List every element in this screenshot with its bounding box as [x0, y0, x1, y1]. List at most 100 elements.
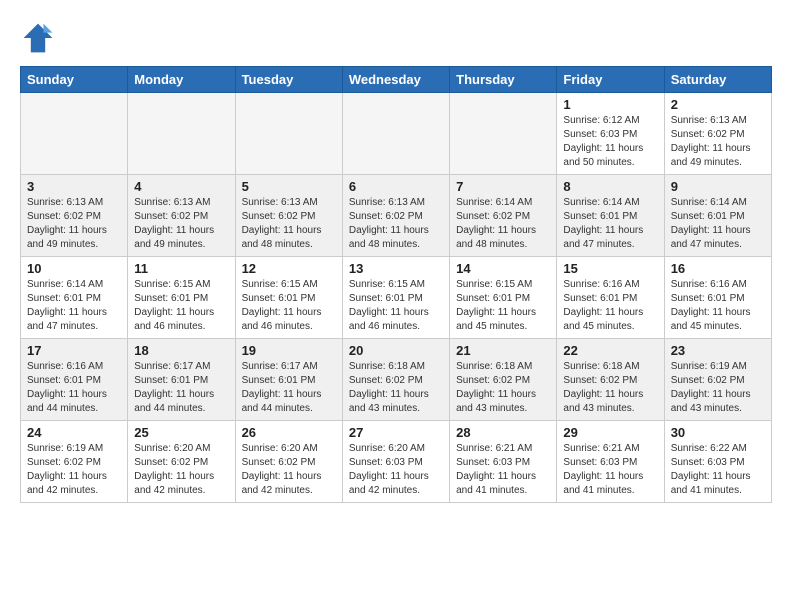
calendar-cell: 7 Sunrise: 6:14 AM Sunset: 6:02 PM Daylig… — [450, 175, 557, 257]
weekday-header-wednesday: Wednesday — [342, 67, 449, 93]
day-number: 6 — [349, 179, 443, 194]
calendar-cell: 11 Sunrise: 6:15 AM Sunset: 6:01 PM Dayli… — [128, 257, 235, 339]
calendar-cell: 21Sunrise: 6:18 AM Sunset: 6:02 PM Dayli… — [450, 339, 557, 421]
day-info: Sunrise: 6:15 AM Sunset: 6:01 PM Dayligh… — [456, 278, 550, 334]
calendar-cell: 12Sunrise: 6:15 AM Sunset: 6:01 PM Dayli… — [235, 257, 342, 339]
day-info: Sunrise: 6:14 AM Sunset: 6:01 PM Dayligh… — [27, 278, 121, 334]
week-row-2: 3 Sunrise: 6:13 AM Sunset: 6:02 PM Daylig… — [21, 175, 772, 257]
weekday-header-monday: Monday — [128, 67, 235, 93]
week-row-1: 1 Sunrise: 6:12 AM Sunset: 6:03 PM Daylig… — [21, 93, 772, 175]
day-info: Sunrise: 6:19 AM Sunset: 6:02 PM Dayligh… — [671, 360, 765, 416]
day-info: Sunrise: 6:22 AM Sunset: 6:03 PM Dayligh… — [671, 442, 765, 498]
calendar-cell: 18 Sunrise: 6:17 AM Sunset: 6:01 PM Dayli… — [128, 339, 235, 421]
day-number: 28 — [456, 425, 550, 440]
week-row-5: 24 Sunrise: 6:19 AM Sunset: 6:02 PM Dayli… — [21, 421, 772, 503]
day-info: Sunrise: 6:20 AM Sunset: 6:03 PM Dayligh… — [349, 442, 443, 498]
calendar-cell: 6 Sunrise: 6:13 AM Sunset: 6:02 PM Daylig… — [342, 175, 449, 257]
weekday-header-sunday: Sunday — [21, 67, 128, 93]
calendar-cell: 23 Sunrise: 6:19 AM Sunset: 6:02 PM Dayli… — [664, 339, 771, 421]
day-number: 25 — [134, 425, 228, 440]
calendar-cell: 27 Sunrise: 6:20 AM Sunset: 6:03 PM Dayli… — [342, 421, 449, 503]
calendar-cell: 17 Sunrise: 6:16 AM Sunset: 6:01 PM Dayli… — [21, 339, 128, 421]
day-info: Sunrise: 6:12 AM Sunset: 6:03 PM Dayligh… — [563, 114, 657, 170]
day-number: 27 — [349, 425, 443, 440]
day-info: Sunrise: 6:15 AM Sunset: 6:01 PM Dayligh… — [349, 278, 443, 334]
day-number: 11 — [134, 261, 228, 276]
day-info: Sunrise: 6:19 AM Sunset: 6:02 PM Dayligh… — [27, 442, 121, 498]
day-number: 24 — [27, 425, 121, 440]
day-number: 18 — [134, 343, 228, 358]
weekday-header-tuesday: Tuesday — [235, 67, 342, 93]
day-number: 16 — [671, 261, 765, 276]
day-number: 10 — [27, 261, 121, 276]
calendar-cell: 19 Sunrise: 6:17 AM Sunset: 6:01 PM Dayli… — [235, 339, 342, 421]
day-number: 8 — [563, 179, 657, 194]
day-info: Sunrise: 6:16 AM Sunset: 6:01 PM Dayligh… — [27, 360, 121, 416]
calendar-cell: 26Sunrise: 6:20 AM Sunset: 6:02 PM Dayli… — [235, 421, 342, 503]
logo — [20, 20, 60, 56]
calendar-cell: 4Sunrise: 6:13 AM Sunset: 6:02 PM Daylig… — [128, 175, 235, 257]
day-number: 17 — [27, 343, 121, 358]
calendar-cell: 3Sunrise: 6:13 AM Sunset: 6:02 PM Daylig… — [21, 175, 128, 257]
calendar-cell: 25 Sunrise: 6:20 AM Sunset: 6:02 PM Dayli… — [128, 421, 235, 503]
calendar-table: SundayMondayTuesdayWednesdayThursdayFrid… — [20, 66, 772, 503]
calendar-cell: 13 Sunrise: 6:15 AM Sunset: 6:01 PM Dayli… — [342, 257, 449, 339]
calendar-cell — [21, 93, 128, 175]
day-info: Sunrise: 6:17 AM Sunset: 6:01 PM Dayligh… — [134, 360, 228, 416]
day-info: Sunrise: 6:15 AM Sunset: 6:01 PM Dayligh… — [134, 278, 228, 334]
day-number: 12 — [242, 261, 336, 276]
page: SundayMondayTuesdayWednesdayThursdayFrid… — [0, 0, 792, 513]
day-info: Sunrise: 6:16 AM Sunset: 6:01 PM Dayligh… — [563, 278, 657, 334]
calendar-cell: 22Sunrise: 6:18 AM Sunset: 6:02 PM Dayli… — [557, 339, 664, 421]
week-row-3: 10 Sunrise: 6:14 AM Sunset: 6:01 PM Dayli… — [21, 257, 772, 339]
day-info: Sunrise: 6:20 AM Sunset: 6:02 PM Dayligh… — [134, 442, 228, 498]
day-number: 13 — [349, 261, 443, 276]
weekday-header-friday: Friday — [557, 67, 664, 93]
day-number: 30 — [671, 425, 765, 440]
week-row-4: 17 Sunrise: 6:16 AM Sunset: 6:01 PM Dayli… — [21, 339, 772, 421]
day-info: Sunrise: 6:14 AM Sunset: 6:02 PM Dayligh… — [456, 196, 550, 252]
calendar-cell: 14Sunrise: 6:15 AM Sunset: 6:01 PM Dayli… — [450, 257, 557, 339]
day-number: 9 — [671, 179, 765, 194]
day-info: Sunrise: 6:13 AM Sunset: 6:02 PM Dayligh… — [134, 196, 228, 252]
day-number: 20 — [349, 343, 443, 358]
logo-icon — [20, 20, 56, 56]
day-info: Sunrise: 6:13 AM Sunset: 6:02 PM Dayligh… — [671, 114, 765, 170]
calendar-cell: 29Sunrise: 6:21 AM Sunset: 6:03 PM Dayli… — [557, 421, 664, 503]
day-number: 7 — [456, 179, 550, 194]
day-info: Sunrise: 6:14 AM Sunset: 6:01 PM Dayligh… — [671, 196, 765, 252]
day-info: Sunrise: 6:21 AM Sunset: 6:03 PM Dayligh… — [456, 442, 550, 498]
day-info: Sunrise: 6:16 AM Sunset: 6:01 PM Dayligh… — [671, 278, 765, 334]
day-number: 3 — [27, 179, 121, 194]
calendar-cell: 16 Sunrise: 6:16 AM Sunset: 6:01 PM Dayli… — [664, 257, 771, 339]
header — [20, 20, 772, 56]
calendar-cell — [235, 93, 342, 175]
day-number: 1 — [563, 97, 657, 112]
calendar-cell: 24 Sunrise: 6:19 AM Sunset: 6:02 PM Dayli… — [21, 421, 128, 503]
calendar-cell: 15 Sunrise: 6:16 AM Sunset: 6:01 PM Dayli… — [557, 257, 664, 339]
calendar-cell — [128, 93, 235, 175]
day-number: 2 — [671, 97, 765, 112]
day-info: Sunrise: 6:17 AM Sunset: 6:01 PM Dayligh… — [242, 360, 336, 416]
day-info: Sunrise: 6:13 AM Sunset: 6:02 PM Dayligh… — [242, 196, 336, 252]
day-info: Sunrise: 6:18 AM Sunset: 6:02 PM Dayligh… — [349, 360, 443, 416]
day-info: Sunrise: 6:18 AM Sunset: 6:02 PM Dayligh… — [456, 360, 550, 416]
day-info: Sunrise: 6:13 AM Sunset: 6:02 PM Dayligh… — [349, 196, 443, 252]
day-number: 15 — [563, 261, 657, 276]
calendar-cell: 28 Sunrise: 6:21 AM Sunset: 6:03 PM Dayli… — [450, 421, 557, 503]
day-info: Sunrise: 6:21 AM Sunset: 6:03 PM Dayligh… — [563, 442, 657, 498]
calendar-cell — [450, 93, 557, 175]
calendar-cell: 2 Sunrise: 6:13 AM Sunset: 6:02 PM Daylig… — [664, 93, 771, 175]
weekday-header-thursday: Thursday — [450, 67, 557, 93]
day-number: 22 — [563, 343, 657, 358]
weekday-header-row: SundayMondayTuesdayWednesdayThursdayFrid… — [21, 67, 772, 93]
day-number: 19 — [242, 343, 336, 358]
calendar-cell: 1 Sunrise: 6:12 AM Sunset: 6:03 PM Daylig… — [557, 93, 664, 175]
day-info: Sunrise: 6:14 AM Sunset: 6:01 PM Dayligh… — [563, 196, 657, 252]
calendar-cell: 5Sunrise: 6:13 AM Sunset: 6:02 PM Daylig… — [235, 175, 342, 257]
calendar-cell — [342, 93, 449, 175]
calendar-cell: 20 Sunrise: 6:18 AM Sunset: 6:02 PM Dayli… — [342, 339, 449, 421]
day-info: Sunrise: 6:20 AM Sunset: 6:02 PM Dayligh… — [242, 442, 336, 498]
calendar-cell: 9 Sunrise: 6:14 AM Sunset: 6:01 PM Daylig… — [664, 175, 771, 257]
day-number: 23 — [671, 343, 765, 358]
